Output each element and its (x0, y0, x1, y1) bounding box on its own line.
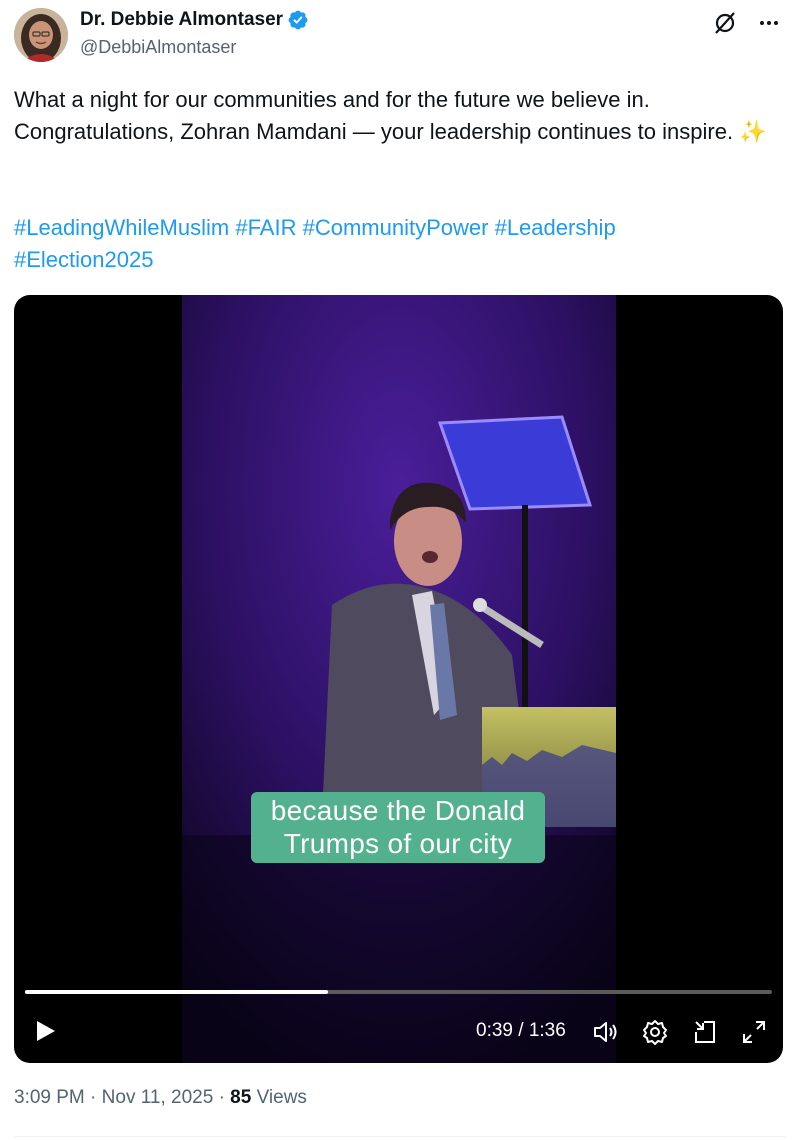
video-caption: because the Donald Trumps of our city (251, 792, 545, 863)
fullscreen-icon[interactable] (739, 1017, 769, 1047)
hashtag-link[interactable]: #LeadingWhileMuslim (14, 215, 229, 240)
caption-line-2: Trumps of our city (283, 828, 513, 859)
author-handle[interactable]: @DebbiAlmontaser (80, 37, 236, 58)
caption-line-1: because the Donald (270, 795, 526, 826)
hashtag-link[interactable]: #FAIR (235, 215, 296, 240)
video-progress-fill (25, 990, 329, 994)
views-label: Views (256, 1087, 307, 1108)
divider (14, 1136, 786, 1137)
grok-slash-icon[interactable] (712, 10, 738, 36)
play-icon[interactable] (32, 1018, 58, 1044)
settings-icon[interactable] (640, 1017, 670, 1047)
avatar-photo (14, 8, 68, 62)
hashtag-link[interactable]: #Election2025 (14, 247, 153, 272)
more-icon[interactable] (756, 10, 782, 36)
meta-separator: · (218, 1087, 225, 1108)
author-name-row: Dr. Debbie Almontaser (80, 9, 309, 31)
tweet-meta: 3:09 PM · Nov 11, 2025 · 85 Views (14, 1087, 307, 1109)
avatar[interactable] (14, 8, 68, 62)
verified-badge-icon[interactable] (287, 9, 309, 31)
video-frame[interactable] (182, 295, 616, 1063)
author-display-name[interactable]: Dr. Debbie Almontaser (80, 9, 283, 31)
meta-separator: · (90, 1087, 97, 1108)
top-actions (712, 10, 782, 36)
hashtag-link[interactable]: #CommunityPower (303, 215, 489, 240)
hashtag-line-1: #LeadingWhileMuslim #FAIR #CommunityPowe… (14, 212, 774, 244)
tweet-text: What a night for our communities and for… (14, 87, 767, 144)
views-count: 85 (230, 1087, 252, 1108)
tweet-hashtags: #LeadingWhileMuslim #FAIR #CommunityPowe… (14, 212, 774, 276)
tweet-time[interactable]: 3:09 PM (14, 1087, 85, 1108)
video-time: 0:39 / 1:36 (476, 1020, 566, 1041)
volume-icon[interactable] (590, 1017, 620, 1047)
picture-in-picture-icon[interactable] (690, 1017, 720, 1047)
video-player[interactable]: because the Donald Trumps of our city 0:… (14, 295, 783, 1063)
video-progress-bar[interactable] (25, 990, 772, 994)
hashtag-link[interactable]: #Leadership (495, 215, 616, 240)
tweet-date[interactable]: Nov 11, 2025 (102, 1087, 214, 1108)
hashtag-line-2: #Election2025 (14, 244, 774, 276)
